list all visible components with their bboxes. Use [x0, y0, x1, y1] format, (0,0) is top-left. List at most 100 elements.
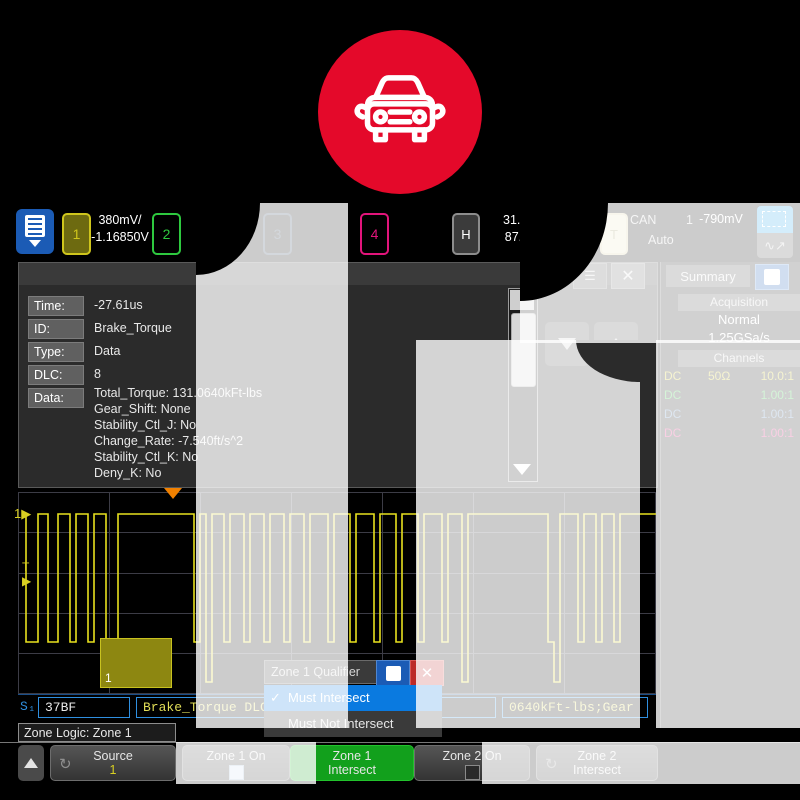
- nav-down-arrow: [558, 338, 576, 350]
- channel-1-ground-marker[interactable]: 1▶: [14, 506, 31, 522]
- scroll-up-arrow[interactable]: [510, 290, 534, 310]
- menu-item-must-intersect[interactable]: Must Intersect: [264, 685, 442, 711]
- channel-probe-ratio: 1.00:1: [760, 407, 794, 421]
- decode-panel-list-button[interactable]: ☰: [573, 263, 607, 289]
- decode-panel-scrollbar[interactable]: [508, 288, 538, 482]
- channel-1-offset: -1.16850V: [91, 230, 149, 244]
- row-value-dlc: 8: [94, 367, 101, 381]
- nav-up-arrow: [607, 338, 625, 350]
- channel-1-settings: 380mV/ -1.16850V: [78, 212, 162, 246]
- zone-1-region[interactable]: 1: [100, 638, 172, 688]
- reset-icon: ↻: [545, 756, 558, 773]
- brand-logo: [318, 30, 482, 194]
- channel-coupling: DC: [664, 426, 682, 440]
- payload-line: Stability_Ctl_J: No: [94, 418, 197, 432]
- channel-2-button[interactable]: 2: [152, 213, 181, 255]
- sidebar-channels-header: Channels: [678, 350, 800, 367]
- table-row: Type: Data: [28, 342, 498, 362]
- up-arrow-icon: [24, 758, 38, 768]
- channel-probe-ratio: 10.0:1: [760, 369, 794, 383]
- row-label-id: ID:: [28, 319, 84, 339]
- channel-4-button[interactable]: 4: [360, 213, 389, 255]
- decode-panel-titlebar: [19, 263, 657, 285]
- trigger-level: -790mV: [699, 212, 743, 226]
- payload-line: Gear_Shift: None: [94, 402, 191, 416]
- zone-2-qualifier-button[interactable]: ↻ Zone 2 Intersect: [536, 745, 658, 781]
- scroll-down-arrow[interactable]: [510, 458, 534, 480]
- car-icon: [318, 30, 482, 194]
- payload-line: Total_Torque: 131.0640kFt-lbs: [94, 386, 263, 400]
- popup-list-button[interactable]: [376, 660, 410, 686]
- table-row: ID: Brake_Torque: [28, 319, 498, 339]
- zone-2-on-label: Zone 2 On: [442, 749, 502, 763]
- row-label-type: Type:: [28, 342, 84, 362]
- trigger-level-marker[interactable]: T ▶: [22, 560, 31, 588]
- channel-coupling: DC: [664, 369, 682, 383]
- scrollbar-thumb[interactable]: [511, 313, 536, 387]
- sidebar-channel-row: DC 50Ω 10.0:1: [660, 369, 800, 387]
- source-button[interactable]: ↻ Source 1: [50, 745, 176, 781]
- channel-probe-ratio: 1.00:1: [760, 426, 794, 440]
- channel-coupling: DC: [664, 388, 682, 402]
- menu-list-icon: [25, 215, 45, 237]
- channel-coupling: DC: [664, 407, 682, 421]
- sidebar-channel-row: DC 1.00:1: [660, 426, 800, 444]
- channel-1-scale: 380mV/: [98, 213, 142, 227]
- sidebar-title: Summary: [666, 265, 750, 287]
- zoom-region-button[interactable]: ∿↗: [757, 206, 793, 258]
- horizontal-settings: 31.00us/ 87.00us: [482, 212, 572, 246]
- zone-1-on-label: Zone 1 On: [206, 749, 266, 763]
- sidebar-sample-rate: 1.25GSa/s: [708, 330, 770, 345]
- trigger-mode: Auto: [648, 233, 674, 247]
- payload-line: Stability_Ctl_K: No: [94, 450, 199, 464]
- popup-close-button[interactable]: ✕: [410, 660, 444, 686]
- zone-logic-tab[interactable]: Zone Logic: Zone 1: [18, 723, 176, 742]
- sidebar-channel-row: DC 1.00:1: [660, 407, 800, 425]
- row-value-time: -27.61us: [94, 298, 143, 312]
- zone-1-label: 1: [105, 671, 112, 685]
- sidebar-channel-row: DC 1.00:1: [660, 388, 800, 406]
- bus-label: S₁: [20, 699, 36, 714]
- zone-1-on-checkbox[interactable]: [228, 765, 244, 780]
- main-menu-button[interactable]: [16, 209, 54, 254]
- waveform-navigate-icon[interactable]: ∿↗: [757, 233, 793, 258]
- zone-2-on-button[interactable]: Zone 2 On: [414, 745, 530, 781]
- toolbar-up-button[interactable]: [18, 745, 44, 781]
- select-region-icon[interactable]: [757, 206, 793, 233]
- channel-impedance: 50Ω: [708, 369, 731, 383]
- row-label-data: Data:: [28, 388, 84, 408]
- trigger-label: T: [610, 226, 618, 242]
- trigger-marker-icon[interactable]: [164, 488, 182, 499]
- decode-segment-id[interactable]: 37BF: [38, 697, 130, 718]
- channel-4-label: 4: [370, 226, 379, 242]
- oscilloscope-screen: 1 380mV/ -1.16850V 2 3 4 H 31.00us/ 87.0…: [0, 0, 800, 800]
- zone-1-qualifier-popup: Zone 1 Qualifier ✕ Must Intersect ✓ Must…: [264, 660, 444, 740]
- horizontal-button[interactable]: H: [452, 213, 480, 255]
- zone-2-on-checkbox[interactable]: [464, 765, 480, 780]
- chevron-down-icon: [29, 240, 41, 247]
- horizontal-position: 87.00us: [504, 230, 550, 244]
- decode-data-payload: Total_Torque: 131.0640kFt-lbs Gear_Shift…: [94, 385, 262, 481]
- table-row: Time: -27.61us: [28, 296, 498, 316]
- payload-line: Deny_K: No: [94, 466, 162, 480]
- payload-line: Change_Rate: -7.540ft/s^2: [94, 434, 244, 448]
- decode-segment-data[interactable]: 0640kFt-lbs;Gear: [502, 697, 648, 718]
- zone-1-on-button[interactable]: Zone 1 On: [182, 745, 290, 781]
- decode-panel-close-button[interactable]: ✕: [611, 263, 645, 289]
- channel-2-label: 2: [162, 226, 171, 242]
- nav-down-button[interactable]: [545, 322, 589, 366]
- row-value-data: [84, 388, 94, 408]
- channel-probe-ratio: 1.00:1: [760, 388, 794, 402]
- channel-3-button[interactable]: 3: [263, 213, 292, 255]
- row-value-type: Data: [94, 344, 121, 358]
- menu-item-must-not-intersect[interactable]: Must Not Intersect: [264, 711, 442, 737]
- sidebar-list-button[interactable]: [755, 264, 789, 290]
- horizontal-label: H: [461, 226, 471, 242]
- row-label-dlc: DLC:: [28, 365, 84, 385]
- zone-1-qualifier-label: Zone 1: [332, 749, 372, 763]
- sidebar-acquisition-mode: Normal: [718, 312, 760, 327]
- zone-1-qualifier-button[interactable]: Zone 1 Intersect: [290, 745, 414, 781]
- trigger-button[interactable]: T: [600, 213, 628, 255]
- channel-3-label: 3: [273, 226, 282, 242]
- nav-up-button[interactable]: [594, 322, 638, 366]
